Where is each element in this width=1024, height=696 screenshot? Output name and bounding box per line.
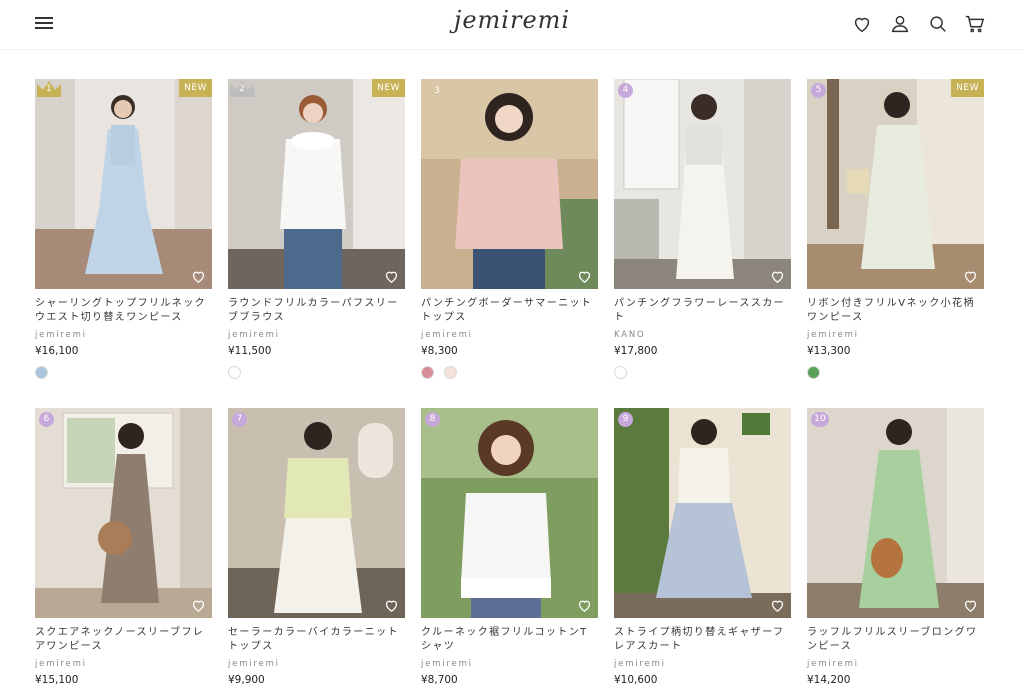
product-image[interactable]: 5 NEW (807, 79, 984, 289)
product-brand: jemiremi (614, 659, 666, 669)
color-swatch[interactable] (35, 366, 48, 379)
product-image[interactable]: 10 (807, 408, 984, 618)
product-name[interactable]: ラウンドフリルカラーパフスリーブブラウス (228, 297, 405, 325)
rank-badge: 7 (232, 412, 247, 427)
product-name[interactable]: ストライプ柄切り替えギャザーフレアスカート (614, 626, 791, 654)
product-image[interactable]: 9 (614, 408, 791, 618)
color-swatches (807, 366, 825, 380)
new-badge: NEW (179, 79, 212, 97)
heart-icon[interactable] (769, 268, 786, 285)
product-brand: jemiremi (421, 330, 473, 340)
product-name[interactable]: シャーリングトップフリルネックウエスト切り替えワンピース (35, 297, 212, 325)
new-badge: NEW (951, 79, 984, 97)
product-image[interactable]: 1 NEW (35, 79, 212, 289)
rank-badge: 9 (618, 412, 633, 427)
color-swatch[interactable] (444, 366, 458, 379)
heart-icon[interactable] (962, 597, 979, 614)
heart-icon[interactable] (383, 597, 400, 614)
product-image[interactable]: 4 (614, 79, 791, 289)
product-price: ¥13,300 (807, 345, 851, 357)
product-price: ¥15,100 (35, 674, 79, 686)
rank-number: 2 (239, 84, 245, 94)
rank-badge: 5 (811, 83, 826, 98)
product-name[interactable]: ラッフルフリルスリーブロングワンピース (807, 626, 984, 654)
product-image[interactable]: 6 (35, 408, 212, 618)
rank-badge: 6 (39, 412, 54, 427)
product-image[interactable]: 8 (421, 408, 598, 618)
new-badge: NEW (372, 79, 405, 97)
product-brand: jemiremi (35, 330, 87, 340)
rank-badge: 10 (811, 412, 829, 427)
product-brand: jemiremi (228, 330, 280, 340)
product-image[interactable]: 3 (421, 79, 598, 289)
product-brand: jemiremi (807, 659, 859, 669)
color-swatch[interactable] (807, 366, 820, 379)
account-icon[interactable] (889, 13, 911, 35)
heart-icon[interactable] (190, 268, 207, 285)
heart-icon[interactable] (190, 597, 207, 614)
product-name[interactable]: セーラーカラーバイカラーニットトップス (228, 626, 405, 654)
color-swatch[interactable] (421, 366, 434, 379)
color-swatches (614, 366, 632, 380)
product-brand: jemiremi (35, 659, 87, 669)
product-name[interactable]: スクエアネックノースリーブフレアワンピース (35, 626, 212, 654)
color-swatch[interactable] (614, 366, 627, 379)
rank-number: 1 (46, 84, 52, 94)
product-image[interactable]: 2 NEW (228, 79, 405, 289)
rank-badge: 8 (425, 412, 440, 427)
product-price: ¥14,200 (807, 674, 851, 686)
heart-icon[interactable] (769, 597, 786, 614)
heart-icon[interactable] (576, 268, 593, 285)
product-price: ¥8,700 (421, 674, 458, 686)
site-logo[interactable]: jemiremi (454, 6, 570, 34)
heart-icon[interactable] (962, 268, 979, 285)
cart-icon[interactable] (964, 13, 986, 35)
heart-icon[interactable] (576, 597, 593, 614)
product-brand: jemiremi (421, 659, 473, 669)
color-swatches (421, 366, 462, 380)
product-price: ¥17,800 (614, 345, 658, 357)
product-price: ¥9,900 (228, 674, 265, 686)
rank-badge: 3 (434, 86, 440, 96)
wishlist-icon[interactable] (851, 13, 873, 35)
product-image[interactable]: 7 (228, 408, 405, 618)
product-price: ¥11,500 (228, 345, 272, 357)
product-name[interactable]: パンチングボーダーサマーニットトップス (421, 297, 598, 325)
search-icon[interactable] (927, 13, 949, 35)
product-price: ¥8,300 (421, 345, 458, 357)
product-price: ¥10,600 (614, 674, 658, 686)
product-brand: jemiremi (807, 330, 859, 340)
product-name[interactable]: パンチングフラワーレーススカート (614, 297, 791, 325)
color-swatches (228, 366, 246, 380)
product-brand: jemiremi (228, 659, 280, 669)
color-swatches (35, 366, 53, 380)
site-header: jemiremi (0, 0, 1024, 50)
rank-badge: 4 (618, 83, 633, 98)
heart-icon[interactable] (383, 268, 400, 285)
product-price: ¥16,100 (35, 345, 79, 357)
product-name[interactable]: リボン付きフリルVネック小花柄ワンピース (807, 297, 984, 325)
color-swatch[interactable] (228, 366, 241, 379)
product-name[interactable]: クルーネック裾フリルコットンTシャツ (421, 626, 598, 654)
product-brand: KANO (614, 330, 646, 340)
menu-icon[interactable] (35, 15, 55, 31)
